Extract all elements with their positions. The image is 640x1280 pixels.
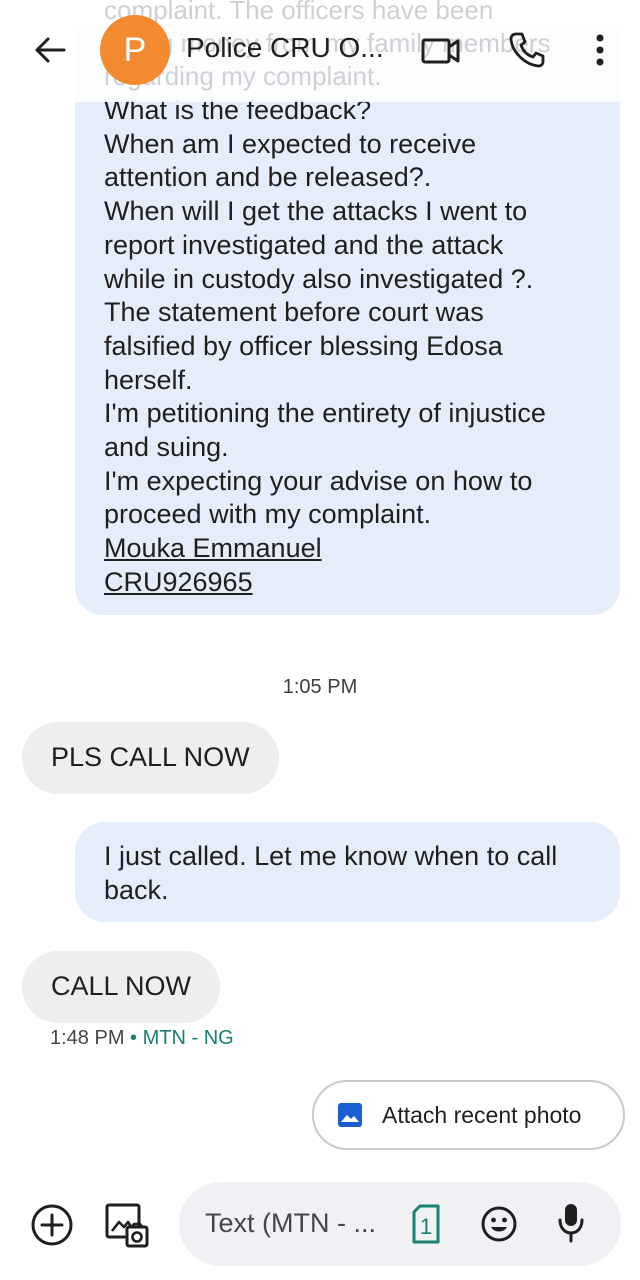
- message-line: I just called. Let me know when to call: [104, 841, 558, 871]
- gallery-icon: [105, 1203, 149, 1248]
- video-call-button[interactable]: [420, 32, 462, 70]
- app-bar: complaint. The officers have been taking…: [0, 0, 640, 102]
- video-camera-icon: [421, 38, 460, 64]
- messages-screen: What is the feedback? When am I expected…: [0, 0, 640, 1280]
- message-line: The statement before court was: [104, 297, 484, 328]
- sim-number: 1: [420, 1214, 432, 1239]
- ghost-line: regarding my complaint.: [104, 61, 382, 91]
- message-line: report investigated and the attack: [104, 229, 504, 260]
- meta-separator: •: [130, 1027, 138, 1049]
- contact-name[interactable]: Police CRU O...: [186, 32, 384, 64]
- add-attachment-button[interactable]: [30, 1203, 74, 1247]
- phone-icon: [509, 32, 545, 68]
- more-vert-icon: [596, 34, 604, 66]
- ghost-line: complaint. The officers have been: [104, 0, 494, 25]
- voice-input-button[interactable]: [557, 1202, 585, 1244]
- sim-selector-button[interactable]: 1: [411, 1204, 441, 1244]
- message-bubble-outgoing[interactable]: What is the feedback? When am I expected…: [75, 30, 620, 615]
- message-text: PLS CALL NOW: [51, 742, 250, 773]
- message-line: while in custody also investigated ?.: [104, 263, 534, 294]
- signature-name-link[interactable]: Mouka Emmanuel: [104, 532, 600, 566]
- image-icon: [338, 1103, 362, 1127]
- compose-placeholder: Text (MTN - ...: [205, 1208, 376, 1238]
- avatar-letter: P: [123, 30, 147, 69]
- emoji-button[interactable]: [481, 1206, 517, 1242]
- carrier-label: MTN - NG: [142, 1027, 234, 1049]
- message-timestamp: 1:05 PM: [282, 676, 358, 698]
- back-button[interactable]: [30, 30, 70, 70]
- message-line: and suing.: [104, 432, 229, 463]
- message-line: When am I expected to receive: [104, 128, 477, 159]
- more-options-button[interactable]: [588, 30, 612, 70]
- message-line: I'm petitioning the entirety of injustic…: [104, 398, 546, 429]
- attach-recent-photo-chip[interactable]: Attach recent photo: [312, 1080, 625, 1150]
- message-text: CALL NOW: [51, 971, 192, 1002]
- voice-call-button[interactable]: [508, 30, 546, 70]
- message-bubble-incoming[interactable]: CALL NOW: [22, 951, 221, 1023]
- message-line: proceed with my complaint.: [104, 499, 432, 530]
- microphone-icon: [558, 1204, 584, 1243]
- message-line: I'm expecting your advise on how to: [104, 465, 533, 496]
- attach-chip-label: Attach recent photo: [382, 1101, 582, 1128]
- message-line: falsified by officer blessing Edosa: [104, 330, 503, 361]
- message-compose-field[interactable]: Text (MTN - ... 1: [179, 1182, 621, 1266]
- message-bubble-outgoing[interactable]: I just called. Let me know when to call …: [75, 822, 620, 922]
- message-meta: 1:48 PM • MTN - NG: [50, 1027, 234, 1050]
- message-line: herself.: [104, 364, 193, 395]
- message-time: 1:48 PM: [50, 1027, 125, 1049]
- gallery-button[interactable]: [104, 1200, 150, 1250]
- signature-ref-link[interactable]: CRU926965: [104, 566, 600, 600]
- sim-card-icon: 1: [412, 1204, 440, 1244]
- message-line: attention and be released?.: [104, 162, 432, 193]
- message-bubble-incoming[interactable]: PLS CALL NOW: [22, 722, 279, 794]
- emoji-icon: [481, 1206, 517, 1242]
- add-circle-icon: [31, 1204, 73, 1246]
- avatar[interactable]: P: [100, 15, 170, 85]
- arrow-left-icon: [35, 37, 66, 63]
- message-line: back.: [104, 874, 169, 905]
- message-line: When will I get the attacks I went to: [104, 196, 528, 227]
